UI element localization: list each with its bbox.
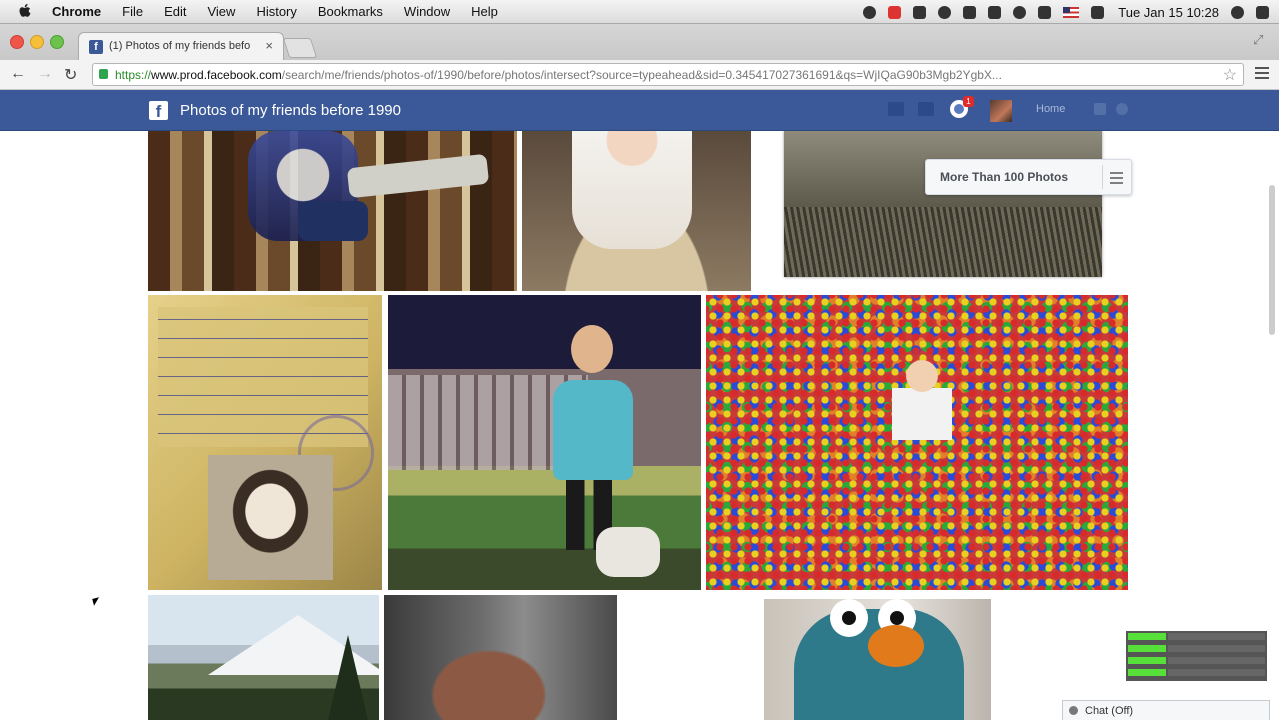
back-button[interactable]: ←	[10, 65, 26, 83]
menu-history[interactable]: History	[256, 4, 296, 19]
browser-tab-strip: f (1) Photos of my friends befo × ⤢	[0, 24, 1279, 60]
photo-tile[interactable]	[764, 599, 991, 720]
status-recording-icon[interactable]	[888, 5, 902, 19]
url-host: www.prod.facebook.com	[151, 68, 282, 82]
status-app-icon[interactable]	[913, 5, 927, 19]
window-zoom-button[interactable]	[50, 35, 64, 49]
fullscreen-icon[interactable]: ⤢	[1253, 32, 1267, 47]
reload-button[interactable]: ↻	[64, 65, 77, 85]
more-photos-box[interactable]: More Than 100 Photos	[925, 159, 1132, 195]
url-path: /search/me/friends/photos-of/1990/before…	[281, 68, 1002, 82]
chat-status-label: Chat (Off)	[1085, 705, 1134, 717]
volume-icon[interactable]	[1038, 5, 1052, 19]
browser-toolbar: ← → ↻ https://www.prod.facebook.com/sear…	[0, 60, 1279, 90]
photo-tile[interactable]	[784, 131, 1102, 277]
menu-chrome[interactable]: Chrome	[52, 4, 101, 19]
status-menus: Tue Jan 15 10:28	[851, 3, 1269, 21]
bookmark-star-icon[interactable]: ☆	[1223, 65, 1237, 85]
menu-help[interactable]: Help	[471, 4, 498, 19]
window-minimize-button[interactable]	[30, 35, 44, 49]
menu-bookmarks[interactable]: Bookmarks	[318, 4, 383, 19]
messages-icon[interactable]	[918, 102, 934, 116]
photo-tile[interactable]	[148, 131, 517, 291]
window-close-button[interactable]	[10, 35, 24, 49]
apple-icon[interactable]	[18, 3, 32, 19]
account-settings-icon[interactable]	[1116, 103, 1128, 115]
facebook-favicon-icon: f	[89, 40, 103, 54]
privacy-shortcuts-icon[interactable]	[1094, 103, 1106, 115]
tab-close-icon[interactable]: ×	[265, 38, 273, 53]
address-url: https://www.prod.facebook.com/search/me/…	[115, 68, 1002, 82]
notification-center-icon[interactable]	[1256, 5, 1269, 19]
lock-icon[interactable]	[963, 5, 977, 19]
spotlight-search-icon[interactable]	[1231, 5, 1244, 19]
menu-window[interactable]: Window	[404, 4, 450, 19]
bluetooth-icon[interactable]	[988, 5, 1002, 19]
address-bar[interactable]: https://www.prod.facebook.com/search/me/…	[92, 63, 1244, 86]
battery-icon[interactable]	[1091, 5, 1105, 19]
page-title: Photos of my friends before 1990	[180, 102, 401, 119]
chat-person-icon	[1069, 706, 1078, 715]
menu-file[interactable]: File	[122, 4, 143, 19]
photo-results-grid: More Than 100 Photos	[0, 131, 1279, 720]
menu-bar-clock[interactable]: Tue Jan 15 10:28	[1118, 5, 1219, 20]
list-view-icon[interactable]	[1110, 172, 1123, 184]
profile-avatar[interactable]	[990, 100, 1012, 122]
wifi-icon[interactable]	[1013, 5, 1027, 19]
browser-tab-title: (1) Photos of my friends befo	[109, 40, 251, 52]
browser-tab-active[interactable]: f (1) Photos of my friends befo ×	[78, 32, 284, 60]
facebook-header: f Photos of my friends before 1990 1 Hom…	[0, 90, 1279, 131]
status-camera-icon[interactable]	[863, 5, 877, 19]
chat-sidebar-tab[interactable]: Chat (Off)	[1062, 700, 1270, 720]
photo-tile[interactable]	[148, 595, 379, 720]
forward-button[interactable]: →	[37, 65, 53, 83]
new-tab-button[interactable]	[282, 38, 318, 58]
ssl-lock-icon[interactable]	[99, 69, 108, 79]
photo-tile[interactable]	[706, 295, 1128, 590]
menu-view[interactable]: View	[207, 4, 235, 19]
photo-tile[interactable]	[384, 595, 617, 720]
friend-requests-icon[interactable]	[888, 102, 904, 116]
mac-menu-bar: Chrome File Edit View History Bookmarks …	[0, 0, 1279, 24]
photo-tile[interactable]	[388, 295, 701, 590]
menu-edit[interactable]: Edit	[164, 4, 186, 19]
us-flag-icon[interactable]	[1063, 6, 1080, 18]
photo-tile[interactable]	[148, 295, 382, 590]
home-link[interactable]: Home	[1036, 103, 1065, 115]
url-scheme: https://	[115, 68, 152, 82]
time-machine-icon[interactable]	[938, 5, 952, 19]
activity-meter	[1126, 631, 1267, 681]
more-photos-label: More Than 100 Photos	[940, 170, 1069, 184]
notification-count-badge: 1	[963, 96, 974, 107]
facebook-logo-icon[interactable]: f	[149, 101, 168, 121]
chrome-menu-icon[interactable]	[1255, 67, 1269, 81]
app-menus: Chrome File Edit View History Bookmarks …	[52, 4, 519, 19]
photo-tile[interactable]	[522, 131, 751, 291]
page-scrollbar[interactable]	[1269, 185, 1275, 335]
